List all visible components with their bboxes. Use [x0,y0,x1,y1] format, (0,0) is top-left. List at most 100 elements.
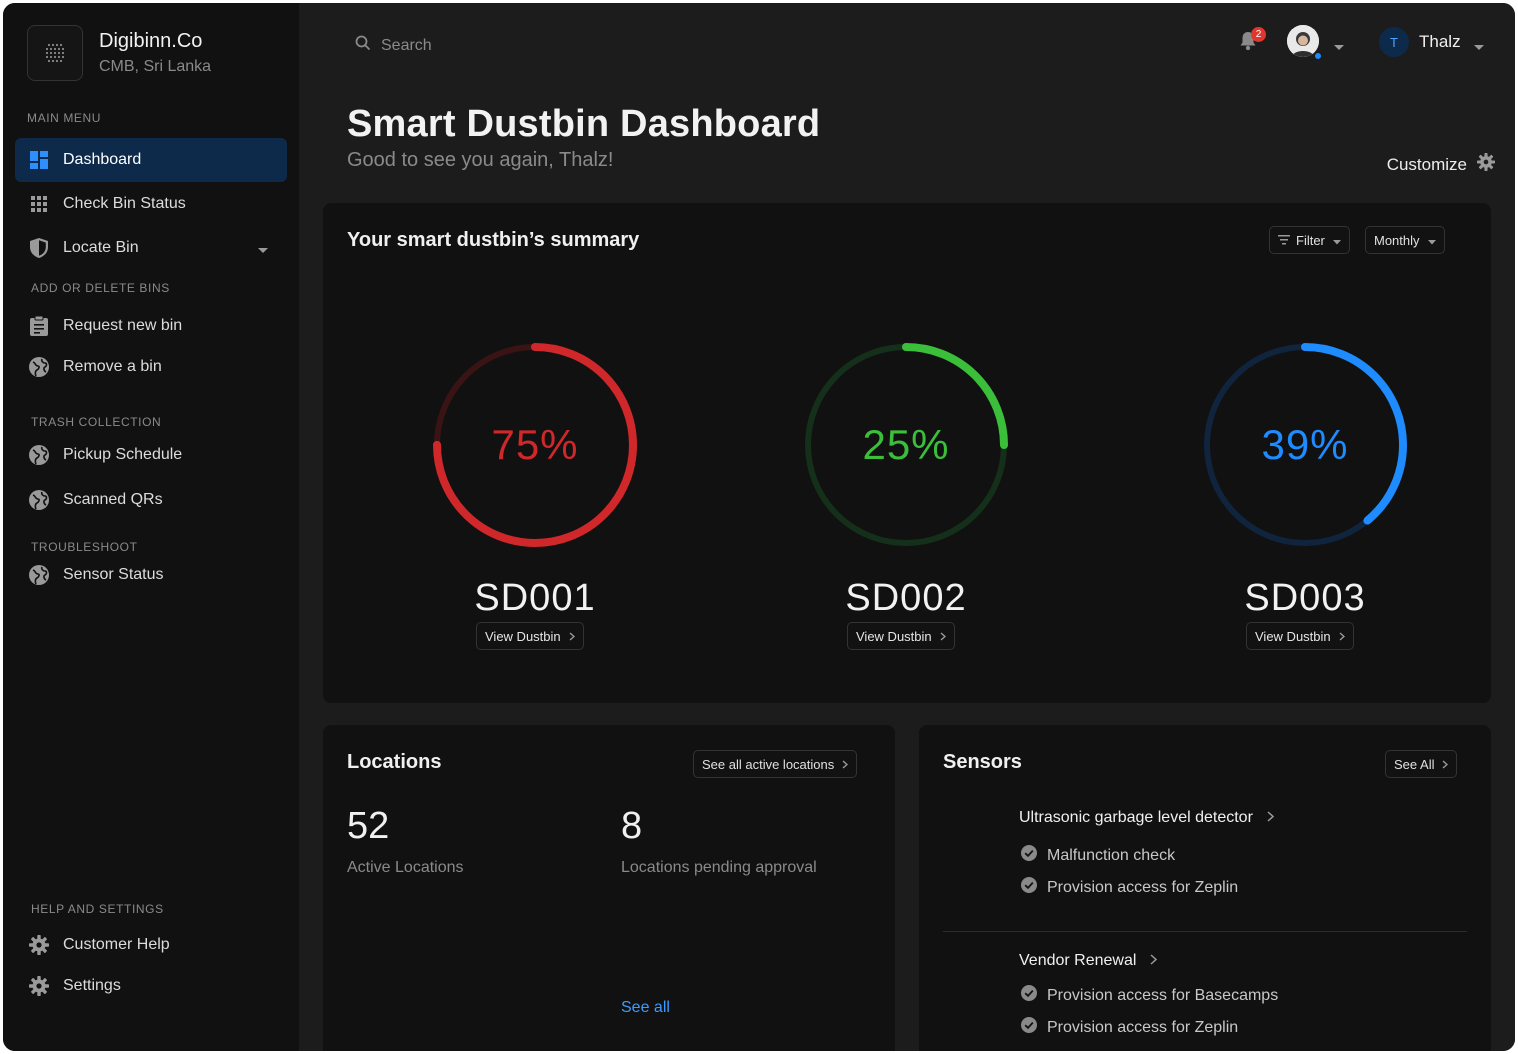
summary-title: Your smart dustbin’s summary [347,229,640,251]
customize-button[interactable]: Customize [1387,153,1495,176]
sensor-group-label: Vendor Renewal [1019,952,1137,969]
avatar-button[interactable] [1287,25,1323,61]
filter-icon [1278,233,1290,248]
sidebar: Digibinn.Co CMB, Sri Lanka MAIN MENU Das… [3,3,299,1051]
active-locations-label: Active Locations [347,859,464,876]
sidebar-item-remove-bin[interactable]: Remove a bin [15,345,287,389]
sensor-check-item[interactable]: Provision access for Basecamps [1021,985,1278,1006]
sidebar-item-label: Pickup Schedule [63,446,183,463]
check-circle-icon [1021,1017,1037,1038]
sensors-see-all-button[interactable]: See All [1385,750,1458,778]
sidebar-item-customer-help[interactable]: Customer Help [15,923,287,967]
sensor-group-label: Ultrasonic garbage level detector [1019,809,1253,826]
brand-location: CMB, Sri Lanka [99,58,212,75]
online-status-dot [1313,51,1323,61]
sidebar-item-pickup-schedule[interactable]: Pickup Schedule [15,433,287,477]
sensors-card: Sensors See All Ultrasonic garbage level… [919,725,1491,1051]
customize-label: Customize [1386,154,1467,174]
section-troubleshoot: TROUBLESHOOT [31,540,138,554]
brand-name: Digibinn.Co [99,30,203,52]
filter-label: Filter [1296,232,1325,248]
sidebar-item-label: Scanned QRs [63,491,163,508]
sensors-title: Sensors [943,751,1022,773]
sidebar-item-scanned-qrs[interactable]: Scanned QRs [15,478,287,522]
sidebar-item-label: Request new bin [63,317,183,334]
main-content: 2 T Thalz Smart Dustbin Dashboard Good t… [299,3,1515,1051]
sensor-group-title[interactable]: Vendor Renewal [1019,952,1158,970]
check-circle-icon [1021,877,1037,898]
view-dustbin-label: View Dustbin [1255,628,1331,644]
sidebar-item-sensor-status[interactable]: Sensor Status [15,553,287,597]
bin-id: SD002 [845,577,967,619]
view-dustbin-label: View Dustbin [485,628,561,644]
period-select[interactable]: Monthly [1365,226,1445,254]
chevron-right-icon [1339,629,1345,644]
search-bar[interactable] [355,35,581,56]
sensor-check-item[interactable]: Provision access for Zeplin [1021,1017,1238,1038]
fill-percent: 75% [491,421,579,468]
chevron-down-icon [1427,233,1436,248]
chevron-down-icon[interactable] [1473,39,1485,57]
bin-id: SD003 [1244,577,1366,619]
sidebar-item-check-bin-status[interactable]: Check Bin Status [15,182,287,226]
sidebar-item-settings[interactable]: Settings [15,964,287,1008]
view-dustbin-button[interactable]: View Dustbin [847,622,955,650]
check-circle-icon [1021,985,1037,1006]
sidebar-item-label: Check Bin Status [63,195,186,212]
filter-button[interactable]: Filter [1269,226,1350,254]
view-dustbin-button[interactable]: View Dustbin [1246,622,1354,650]
sensor-check-item[interactable]: Malfunction check [1021,845,1175,866]
sidebar-item-request-new-bin[interactable]: Request new bin [15,304,287,348]
brand[interactable]: Digibinn.Co CMB, Sri Lanka [27,25,211,81]
see-all-active-locations-label: See all active locations [702,756,835,772]
page-subtitle: Good to see you again, Thalz! [347,149,614,171]
fill-percent: 25% [862,421,950,468]
active-locations-count: 52 [347,805,390,847]
chevron-right-icon [569,629,575,644]
brand-logo-icon [27,25,83,81]
search-icon [355,35,371,56]
see-all-active-locations-button[interactable]: See all active locations [693,750,858,778]
locations-card: Locations See all active locations 52 Ac… [323,725,895,1051]
section-main-menu: MAIN MENU [27,111,102,125]
sensor-check-item[interactable]: Provision access for Zeplin [1021,877,1238,898]
bin-gauge: 25% [796,335,1016,555]
section-add-delete: ADD OR DELETE BINS [31,281,170,295]
chevron-down-icon[interactable] [1333,39,1345,57]
sidebar-item-locate-bin[interactable]: Locate Bin [15,226,287,270]
bin-gauge: 39% [1195,335,1415,555]
user-name: Thalz [1419,32,1461,51]
check-circle-icon [1021,845,1037,866]
grid-icon [29,194,49,214]
sensor-check-label: Provision access for Basecamps [1047,986,1279,1004]
app-window: Digibinn.Co CMB, Sri Lanka MAIN MENU Das… [3,3,1515,1051]
see-all-link[interactable]: See all [621,999,670,1017]
chevron-right-icon [940,629,946,644]
chevron-right-icon [1150,952,1158,970]
search-input[interactable] [381,36,581,55]
globe-icon [29,565,49,585]
dashboard-icon [29,150,49,170]
sidebar-item-label: Remove a bin [63,358,162,375]
pending-locations-count: 8 [621,805,643,847]
chevron-down-icon[interactable] [257,242,269,260]
sensors-see-all-label: See All [1394,756,1435,772]
section-help-settings: HELP AND SETTINGS [31,902,164,916]
chevron-right-icon [842,757,849,772]
summary-card: Your smart dustbin’s summary Filter Mont… [323,203,1491,703]
notifications-button[interactable]: 2 [1239,27,1266,55]
divider [943,931,1467,932]
sensor-group-title[interactable]: Ultrasonic garbage level detector [1019,809,1275,827]
chevron-down-icon [1332,233,1341,248]
shield-icon [29,238,49,258]
sidebar-item-label: Locate Bin [63,239,139,256]
locations-title: Locations [347,751,442,773]
gear-icon [29,935,49,955]
sidebar-item-label: Customer Help [63,936,170,953]
view-dustbin-button[interactable]: View Dustbin [476,622,584,650]
sensor-check-label: Provision access for Zeplin [1047,878,1239,896]
chevron-right-icon [1267,809,1275,827]
globe-icon [29,357,49,377]
sidebar-item-dashboard[interactable]: Dashboard [15,138,287,182]
user-menu[interactable]: T Thalz [1379,27,1461,57]
